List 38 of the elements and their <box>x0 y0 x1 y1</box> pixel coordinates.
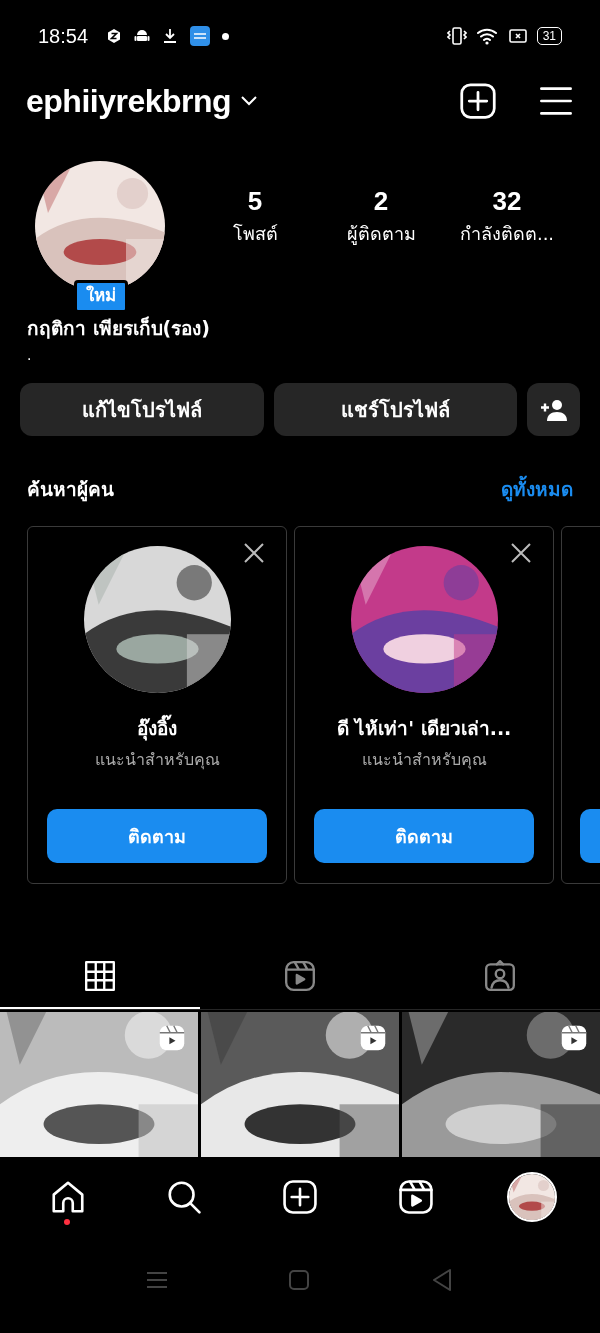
create-tab[interactable] <box>281 1178 319 1216</box>
edit-profile-button[interactable]: แก้ไขโปรไฟล์ <box>20 383 264 436</box>
add-person-icon <box>538 397 569 422</box>
share-profile-button[interactable]: แชร์โปรไฟล์ <box>273 383 517 436</box>
sim-icon <box>508 29 527 43</box>
stat-item[interactable]: 5 โพสต์ <box>192 185 318 248</box>
reels-tab[interactable] <box>397 1178 435 1216</box>
grid-icon <box>83 958 117 993</box>
wifi-icon <box>476 27 499 45</box>
profile-tab[interactable] <box>507 1172 557 1222</box>
account-switcher[interactable]: ephiiyrekbrng <box>26 82 260 120</box>
download-icon <box>162 28 179 44</box>
android-icon <box>134 28 151 44</box>
search-tab[interactable] <box>165 1178 203 1216</box>
vibrate-icon <box>446 27 467 45</box>
suggestion-reason: แนะนำสำหรับคุณ <box>361 749 487 772</box>
bio-text: . <box>26 346 33 365</box>
section-title: ค้นหาผู้คน <box>27 477 114 504</box>
see-all-link[interactable]: ดูทั้งหมด <box>501 474 573 504</box>
close-button[interactable] <box>509 541 533 565</box>
person-frame-icon <box>483 958 517 993</box>
battery-level: 31 <box>536 27 562 45</box>
discover-people-button[interactable] <box>527 383 580 436</box>
new-badge: ใหม่ <box>74 279 128 313</box>
suggestion-reason: แนะนำสำหรับคุณ <box>94 749 220 772</box>
hexagon-icon <box>106 28 123 44</box>
chevron-down-icon <box>239 95 260 107</box>
reels-icon <box>283 958 317 993</box>
suggested-name: อุ๊งอิ๊ง <box>137 713 177 743</box>
app-icon <box>190 26 211 46</box>
notification-dot <box>222 32 230 40</box>
status-time: 18:54 <box>38 24 89 48</box>
display-name: กฤติกา เพียรเก็บ(รอง) <box>26 315 211 341</box>
stat-item[interactable]: 32 กำลังติดต... <box>444 185 570 248</box>
create-button[interactable] <box>458 81 498 121</box>
close-button[interactable] <box>242 541 266 565</box>
stat-item[interactable]: 2 ผู้ติดตาม <box>318 185 444 248</box>
suggested-name: ดี ไห้เท่า' เดียวเล่า... <box>336 716 512 741</box>
